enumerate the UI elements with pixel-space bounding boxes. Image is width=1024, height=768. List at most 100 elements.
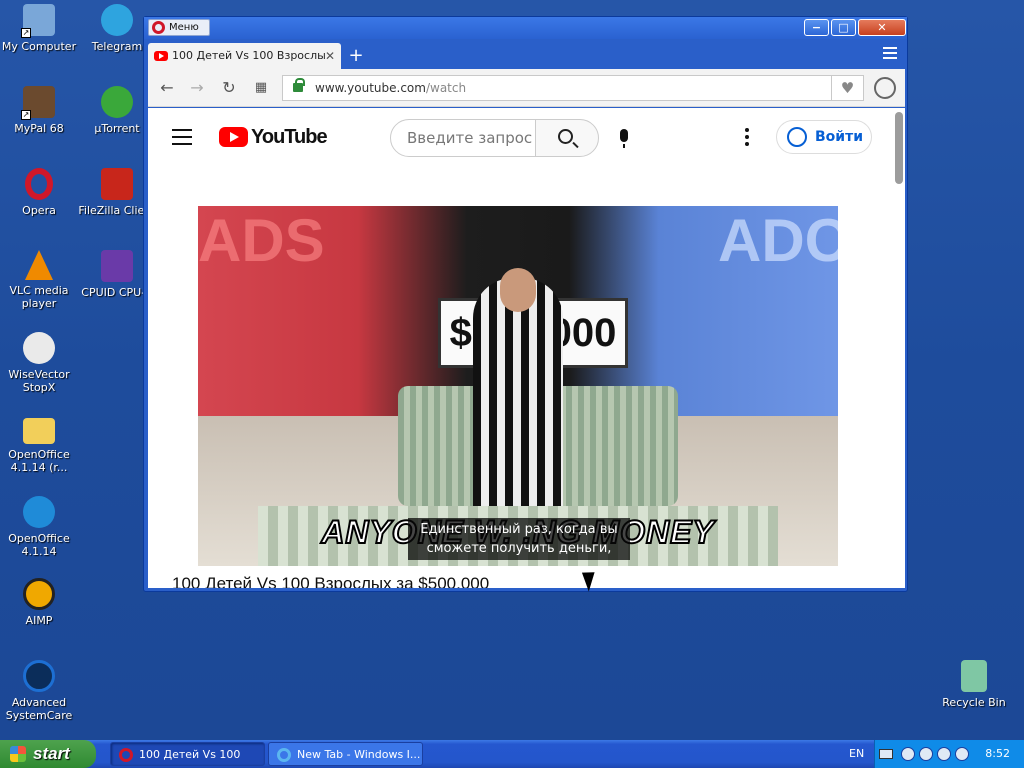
tab-youtube[interactable]: 100 Детей Vs 100 Взрослы ✕ [148, 43, 341, 69]
desktop-icon-label: Advanced SystemCare [5, 696, 73, 722]
desktop-icon-label: WiseVector StopX [8, 368, 70, 394]
telegram-icon [101, 4, 133, 36]
opera-menu-button[interactable]: Меню [148, 19, 210, 36]
hamburger-menu-icon[interactable] [172, 129, 192, 150]
tab-title: 100 Детей Vs 100 Взрослы [172, 49, 326, 62]
desktop-icon-vlc[interactable]: VLC media player [0, 250, 78, 310]
close-button[interactable]: ✕ [858, 19, 906, 36]
youtube-header: YouTube Введите запрос Войти [148, 108, 905, 166]
back-button[interactable]: ← [156, 77, 178, 99]
tray-arrow-icon[interactable] [901, 747, 915, 761]
openoffice-icon [23, 496, 55, 528]
desktop-icon-label: AIMP [25, 614, 53, 627]
tab-menu-icon[interactable] [883, 47, 897, 61]
login-button[interactable]: Войти [776, 120, 872, 154]
page-scrollbar[interactable] [895, 112, 903, 184]
desktop-icon-opera[interactable]: Opera [0, 168, 78, 217]
subtitle-line-2: сможете получить деньги, [426, 541, 612, 556]
opera-logo-icon [152, 21, 165, 34]
desktop-icon-label: VLC media player [9, 284, 69, 310]
wisevector-icon [23, 332, 55, 364]
search-input[interactable]: Введите запрос [390, 119, 536, 157]
recycle-bin-icon [961, 660, 987, 692]
youtube-favicon-icon [154, 51, 168, 61]
url-host: www.youtube.com [315, 81, 426, 95]
taskbar-item-opera[interactable]: 100 Детей Vs 100 Вз... [110, 742, 265, 766]
vlc-icon [25, 250, 53, 280]
taskbar: start 100 Детей Vs 100 Вз... New Tab - W… [0, 740, 1024, 768]
video-ads-left-text: ADS [198, 207, 325, 274]
maximize-button[interactable]: □ [831, 19, 856, 36]
tray-app-icon[interactable] [919, 747, 933, 761]
start-button[interactable]: start [0, 740, 96, 768]
taskbar-item-label: 100 Детей Vs 100 Вз... [139, 748, 241, 761]
speed-dial-grid-icon[interactable]: ▦ [250, 77, 272, 99]
taskbar-item-label: New Tab - Windows I... [297, 748, 421, 761]
youtube-play-icon [219, 127, 248, 147]
video-ads-right-text: ADC [718, 207, 838, 274]
search-icon [558, 129, 573, 144]
title-bar[interactable]: Меню − □ ✕ [144, 17, 907, 39]
account-icon [787, 127, 807, 147]
mypal-icon: ↗ [21, 86, 55, 120]
utorrent-icon [101, 86, 133, 118]
opera-icon [119, 748, 133, 762]
folder-icon [23, 418, 55, 444]
desktop-icon-advanced-systemcare[interactable]: Advanced SystemCare [0, 660, 78, 722]
keyboard-icon[interactable] [879, 749, 893, 759]
network-tray-icon[interactable] [955, 747, 969, 761]
system-tray: EN 8:52 [849, 740, 1024, 768]
microphone-icon[interactable] [620, 129, 628, 148]
clock[interactable]: 8:52 [985, 740, 1010, 768]
desktop-icon-label: My Computer [1, 40, 77, 53]
more-options-icon[interactable] [745, 128, 749, 149]
start-label: start [33, 744, 70, 763]
desktop-icon-label: Opera [22, 204, 56, 217]
desktop-icon-label: Recycle Bin [942, 696, 1006, 709]
systemcare-icon [23, 660, 55, 692]
desktop-icon-openoffice[interactable]: OpenOffice 4.1.14 [0, 496, 78, 558]
url-path: /watch [425, 81, 467, 95]
video-person [473, 268, 563, 518]
browser-window: Меню − □ ✕ 100 Детей Vs 100 Взрослы ✕ + … [143, 16, 908, 592]
desktop-icon-my-computer[interactable]: ↗ My Computer [0, 4, 78, 53]
aimp-icon [23, 578, 55, 610]
desktop-icon-recycle-bin[interactable]: Recycle Bin [935, 660, 1013, 709]
systemcare-tray-icon[interactable] [937, 747, 951, 761]
taskbar-item-ie[interactable]: New Tab - Windows I... [268, 742, 423, 766]
video-player[interactable]: ADS ADC $500,000 ANYONE W. .NG MONEY Еди… [198, 206, 838, 566]
url-field[interactable]: www.youtube.com/watch [282, 75, 832, 101]
search-button[interactable] [535, 119, 599, 157]
login-label: Войти [815, 129, 864, 145]
youtube-logo[interactable]: YouTube [219, 125, 328, 149]
menu-label: Меню [169, 22, 199, 33]
tab-strip: 100 Детей Vs 100 Взрослы ✕ + [148, 39, 905, 69]
cpuz-icon [101, 250, 133, 282]
bookmark-heart-icon[interactable]: ♥ [832, 75, 864, 101]
video-title: 100 Детей Vs 100 Взрослых за $500,000 [172, 574, 490, 588]
desktop-icon-aimp[interactable]: AIMP [0, 578, 78, 627]
desktop-icon-openoffice-folder[interactable]: OpenOffice 4.1.14 (r... [0, 414, 78, 474]
desktop-icon-label: OpenOffice 4.1.14 (r... [8, 448, 70, 474]
youtube-logo-text: YouTube [251, 126, 328, 148]
desktop-icon-mypal[interactable]: ↗ MyPal 68 [0, 86, 78, 135]
opera-icon [25, 168, 53, 200]
tab-close-icon[interactable]: ✕ [325, 43, 335, 69]
subtitle-line-1: Единственный раз, когда вы [420, 522, 618, 537]
lock-icon [293, 78, 305, 92]
ie-icon [277, 748, 291, 762]
search-placeholder: Введите запрос [407, 129, 533, 147]
computer-icon: ↗ [21, 4, 55, 38]
profile-icon[interactable] [874, 77, 896, 99]
desktop-icon-wisevector[interactable]: WiseVector StopX [0, 332, 78, 394]
minimize-button[interactable]: − [804, 19, 829, 36]
filezilla-icon [101, 168, 133, 200]
reload-button[interactable]: ↻ [218, 77, 240, 99]
desktop-icon-label: MyPal 68 [14, 122, 64, 135]
web-page: YouTube Введите запрос Войти ADS ADC $50… [148, 108, 905, 588]
forward-button[interactable]: → [186, 77, 208, 99]
desktop-icon-label: OpenOffice 4.1.14 [8, 532, 70, 558]
language-indicator[interactable]: EN [849, 740, 864, 768]
new-tab-button[interactable]: + [346, 43, 366, 69]
windows-flag-icon [10, 746, 26, 762]
